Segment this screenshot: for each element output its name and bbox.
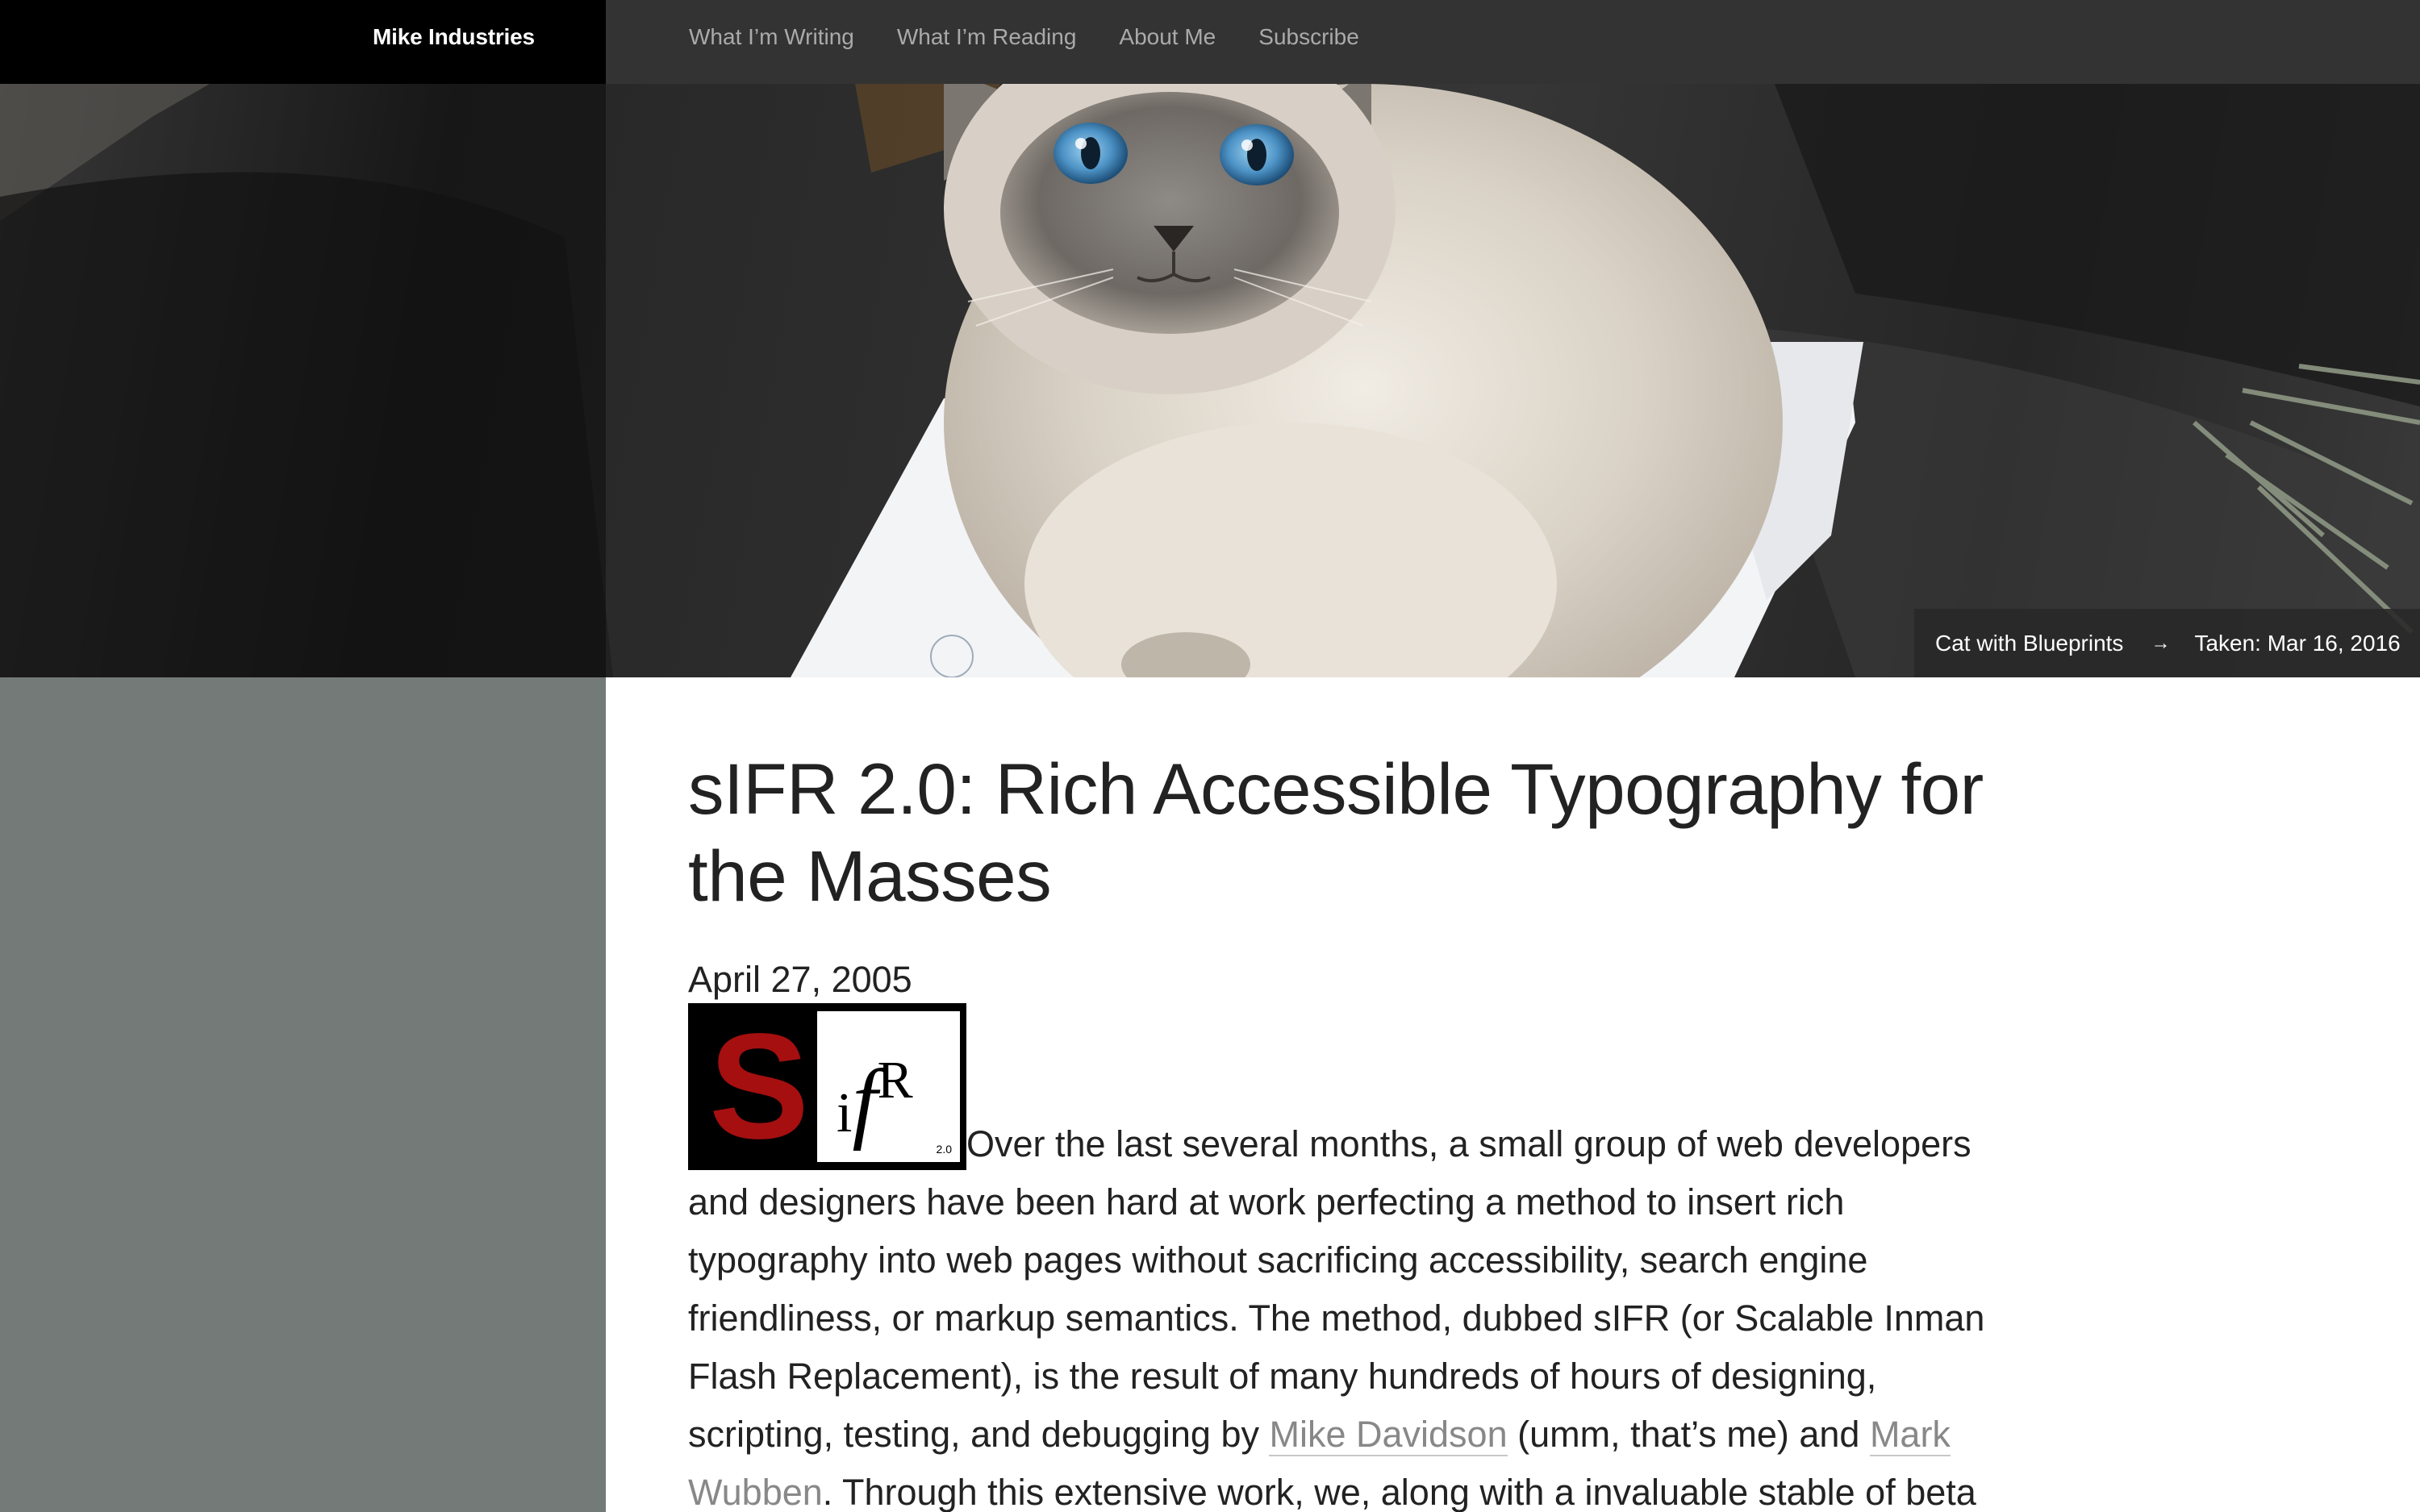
post-title: sIFR 2.0: Rich Accessible Typography for… (688, 748, 1984, 916)
mark-wubben-link[interactable]: Mark (1869, 1414, 1951, 1456)
hero-left-overlay (0, 84, 606, 677)
mike-davidson-link[interactable]: Mike Davidson (1269, 1414, 1508, 1456)
left-side-panel (0, 677, 606, 1512)
article: sIFR 2.0: Rich Accessible Typography for… (688, 745, 2019, 1512)
body-line-6: scripting, testing, and debugging by Mik… (688, 1406, 2043, 1464)
caption-taken-date: Taken: Mar 16, 2016 (2194, 630, 2401, 656)
body-line-3: typography into web pages without sacrif… (688, 1239, 1868, 1281)
post-date: April 27, 2005 (688, 959, 912, 1000)
nav-link-writing[interactable]: What I’m Writing (689, 24, 854, 50)
body-line-5: Flash Replacement), is the result of man… (688, 1356, 1877, 1397)
post-body: Over the last several months, a small gr… (688, 1115, 2043, 1512)
main-nav: What I’m Writing What I’m Reading About … (606, 0, 2420, 84)
hero-photo (0, 84, 2420, 677)
body-text-span: (umm, that’s me) and (1507, 1414, 1870, 1455)
sifr-logo-r: R (877, 1051, 913, 1110)
body-line-7: Wubben. Through this extensive work, we,… (688, 1464, 2043, 1512)
body-line-1: Over the last several months, a small gr… (966, 1123, 1971, 1164)
brand-bar: Mike Industries (0, 0, 606, 84)
body-text-span: scripting, testing, and debugging by (688, 1414, 1270, 1455)
arrow-right-icon: → (2151, 631, 2171, 654)
nav-link-reading[interactable]: What I’m Reading (897, 24, 1077, 50)
nav-link-about[interactable]: About Me (1119, 24, 1216, 50)
mark-wubben-link[interactable]: Wubben (688, 1472, 823, 1512)
body-line-4: friendliness, or markup semantics. The m… (688, 1297, 1985, 1339)
nav-link-subscribe[interactable]: Subscribe (1258, 24, 1359, 50)
caption-title: Cat with Blueprints (1935, 630, 2124, 656)
photo-caption[interactable]: Cat with Blueprints → Taken: Mar 16, 201… (1914, 609, 2420, 677)
body-text-span: . Through this extensive work, we, along… (822, 1472, 1976, 1512)
body-line-2: and designers have been hard at work per… (688, 1181, 1845, 1223)
nav-links: What I’m Writing What I’m Reading About … (689, 24, 1359, 50)
site-logo-link[interactable]: Mike Industries (373, 24, 535, 50)
